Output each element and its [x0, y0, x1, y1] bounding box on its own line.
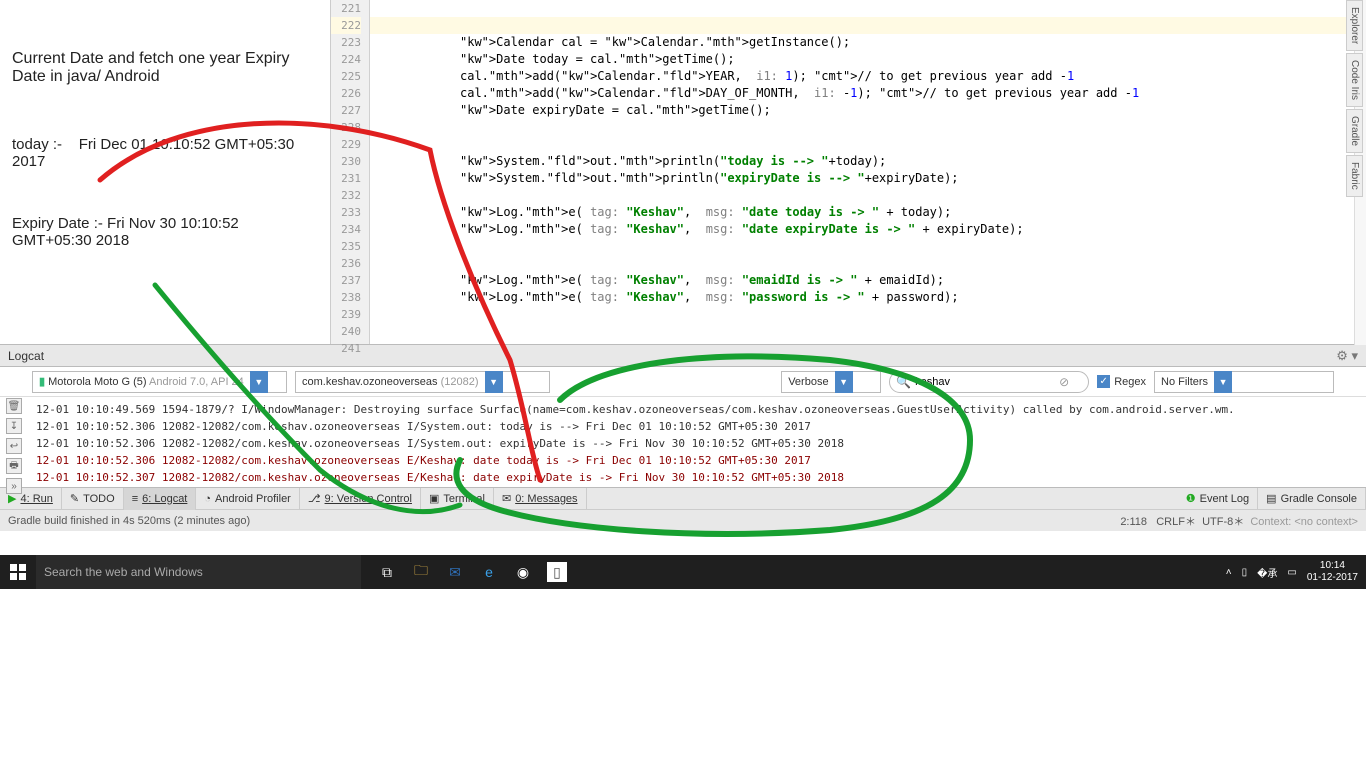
log-line: 12-01 10:10:52.306 12082-12082/com.kesha… — [36, 418, 1362, 435]
status-message: Gradle build finished in 4s 520ms (2 min… — [8, 515, 250, 527]
start-button[interactable] — [0, 555, 36, 589]
file-explorer-icon[interactable]: 🗀 — [411, 562, 431, 582]
status-bar: Gradle build finished in 4s 520ms (2 min… — [0, 509, 1366, 531]
task-view-icon[interactable]: ⧉ — [377, 562, 397, 582]
taskbar-search-placeholder: Search the web and Windows — [44, 565, 203, 579]
windows-taskbar[interactable]: Search the web and Windows ⧉ 🗀 ✉ e ◉ ▯ ˄… — [0, 555, 1366, 589]
tray-clock[interactable]: 10:14 01-12-2017 — [1307, 560, 1358, 584]
tab-vcs[interactable]: ⎇9: Version Control — [300, 488, 421, 510]
check-icon: ✓ — [1097, 375, 1110, 388]
taskbar-search[interactable]: Search the web and Windows — [36, 555, 361, 589]
tab-terminal[interactable]: ▣Terminal — [421, 488, 494, 510]
chrome-icon[interactable]: ◉ — [513, 562, 533, 582]
edge-icon[interactable]: e — [479, 562, 499, 582]
taskbar-pinned: ⧉ 🗀 ✉ e ◉ ▯ — [361, 562, 567, 582]
logcat-search[interactable]: 🔍 ⊘ — [889, 371, 1089, 393]
top-area: Current Date and fetch one year Expiry D… — [0, 0, 1366, 345]
logcat-title: Logcat — [8, 349, 44, 363]
search-icon: 🔍 — [896, 375, 911, 389]
notes-title: Current Date and fetch one year Expiry D… — [12, 50, 318, 86]
sidetab-explorer[interactable]: Explorer — [1346, 0, 1363, 51]
windows-icon — [10, 564, 26, 580]
chevron-down-icon[interactable]: ▼ — [1214, 371, 1232, 393]
chevron-down-icon[interactable]: ▼ — [835, 371, 853, 393]
today-label: today :- — [12, 136, 62, 153]
notifications-icon[interactable]: ▭ — [1287, 567, 1296, 578]
bottom-tool-tabs: ▶4: Run ✎TODO ≡6: Logcat ◔Android Profil… — [0, 487, 1366, 509]
tab-gradle-console[interactable]: ▤Gradle Console — [1258, 488, 1366, 510]
clear-icon[interactable]: ⊘ — [1059, 375, 1069, 389]
status-right: 2:118 CRLF＊ UTF-8＊ Context: <no context> — [1120, 513, 1358, 529]
wifi-icon[interactable]: �承 — [1257, 565, 1277, 580]
tab-todo[interactable]: ✎TODO — [62, 488, 124, 510]
tab-profiler[interactable]: ◔Android Profiler — [196, 488, 299, 510]
system-tray[interactable]: ˄ ▯ �承 ▭ 10:14 01-12-2017 — [1226, 560, 1366, 584]
log-line: 12-01 10:10:52.306 12082-12082/com.kesha… — [36, 452, 1362, 469]
log-line: 12-01 10:10:49.569 1594-1879/? I/WindowM… — [36, 401, 1362, 418]
notes-expiry: Expiry Date :- Fri Nov 30 10:10:52 GMT+0… — [12, 215, 318, 249]
filter-selector[interactable]: No Filters ▼ — [1154, 371, 1334, 393]
tab-event-log[interactable]: ❶Event Log — [1178, 488, 1258, 510]
battery-icon[interactable]: ▯ — [1242, 567, 1248, 578]
tab-messages[interactable]: ✉0: Messages — [494, 488, 587, 510]
logcat-search-input[interactable] — [915, 376, 1055, 388]
logcat-output[interactable]: 12-01 10:10:49.569 1594-1879/? I/WindowM… — [0, 397, 1366, 487]
device-selector[interactable]: ▮ Motorola Moto G (5) Android 7.0, API 2… — [32, 371, 287, 393]
notepad-icon[interactable]: ▯ — [547, 562, 567, 582]
editor-gutter[interactable]: 2212222232242252262272282292302312322332… — [330, 0, 370, 344]
process-selector[interactable]: com.keshav.ozoneoverseas (12082) ▼ — [295, 371, 550, 393]
chevron-down-icon[interactable]: ▼ — [250, 371, 268, 393]
notes-today: today :- Fri Dec 01 10:10:52 GMT+05:30 2… — [12, 136, 318, 170]
annotation-pane: Current Date and fetch one year Expiry D… — [0, 0, 330, 344]
chevron-up-icon[interactable]: ˄ — [1226, 567, 1232, 578]
log-line: 12-01 10:10:52.306 12082-12082/com.kesha… — [36, 435, 1362, 452]
code-editor[interactable]: "kw">Calendar cal = "kw">Calendar."mth">… — [370, 0, 1366, 344]
log-level-selector[interactable]: Verbose ▼ — [781, 371, 881, 393]
logcat-toolbar: ▮ Motorola Moto G (5) Android 7.0, API 2… — [0, 367, 1366, 397]
tab-logcat[interactable]: ≡6: Logcat — [124, 488, 197, 510]
sidetab-gradle[interactable]: Gradle — [1346, 109, 1363, 153]
sidetab-fabric[interactable]: Fabric — [1346, 155, 1363, 197]
right-tool-tabs: Explorer Code Iris Gradle Fabric — [1346, 0, 1366, 345]
outlook-icon[interactable]: ✉ — [445, 562, 465, 582]
regex-checkbox[interactable]: ✓ Regex — [1097, 375, 1146, 388]
sidetab-code-iris[interactable]: Code Iris — [1346, 53, 1363, 107]
expiry-label: Expiry Date :- — [12, 215, 103, 232]
log-line: 12-01 10:10:52.307 12082-12082/com.kesha… — [36, 469, 1362, 486]
chevron-down-icon[interactable]: ▼ — [485, 371, 503, 393]
